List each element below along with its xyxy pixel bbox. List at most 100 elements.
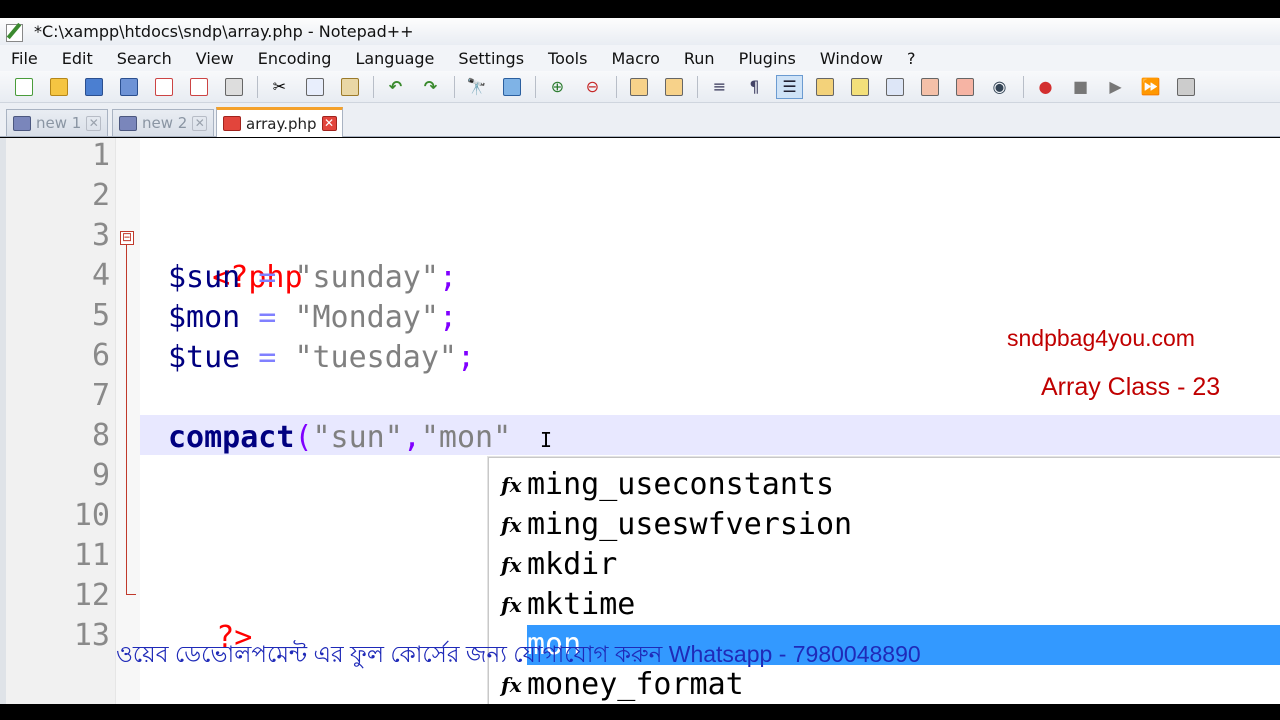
- sync-horizontal-icon[interactable]: [660, 75, 687, 99]
- operator: =: [240, 300, 295, 335]
- save-icon[interactable]: [80, 75, 107, 99]
- watermark-class-title: Array Class - 23: [1041, 373, 1221, 401]
- zoom-in-icon[interactable]: ⊕: [544, 75, 571, 99]
- word-wrap-icon[interactable]: ≡: [706, 75, 733, 99]
- autocomplete-item[interactable]: ming_useconstants: [527, 465, 834, 505]
- close-file-icon[interactable]: [150, 75, 177, 99]
- operator: =: [240, 260, 295, 295]
- autocomplete-item[interactable]: mktime: [527, 585, 635, 625]
- toolbar-separator: [454, 75, 455, 98]
- copy-icon[interactable]: [301, 75, 328, 99]
- menu-settings[interactable]: Settings: [453, 49, 524, 68]
- undo-icon[interactable]: ↶: [382, 75, 409, 99]
- code-line-4: $sun = "sunday";: [168, 258, 457, 298]
- stop-macro-icon[interactable]: ■: [1067, 75, 1094, 99]
- fold-guide: [126, 245, 127, 595]
- user-define-lang-icon[interactable]: [811, 75, 838, 99]
- menu-edit[interactable]: Edit: [57, 49, 93, 68]
- autocomplete-item[interactable]: mkdir: [527, 545, 617, 585]
- menu-macro[interactable]: Macro: [606, 49, 659, 68]
- folder-as-workspace-icon[interactable]: [916, 75, 943, 99]
- line-number: 10: [73, 498, 110, 533]
- save-all-icon[interactable]: [115, 75, 142, 99]
- code-line-3: <?php: [140, 218, 302, 295]
- line-number: 6: [91, 338, 110, 373]
- menu-encoding[interactable]: Encoding: [253, 49, 332, 68]
- toolbar: ✂ ↶ ↷ 🔭 ⊕ ⊖ ≡ ¶ ☰ ◉ ● ■ ▶ ⏩: [0, 71, 1280, 103]
- variable: $sun: [168, 260, 241, 295]
- sync-vertical-icon[interactable]: [625, 75, 652, 99]
- tab-new-2[interactable]: new 2 ✕: [112, 109, 214, 136]
- function-list-icon[interactable]: [881, 75, 908, 99]
- paste-icon[interactable]: [336, 75, 363, 99]
- string-literal: "sunday": [294, 260, 439, 295]
- record-macro-icon[interactable]: ●: [1032, 75, 1059, 99]
- line-number: 4: [91, 258, 110, 293]
- tab-bar: new 1 ✕ new 2 ✕ array.php ✕: [0, 103, 1280, 137]
- code-line-8: compact("sun","mon": [168, 418, 511, 458]
- string-literal: "mon": [420, 420, 512, 455]
- toolbar-separator: [373, 75, 374, 98]
- tab-new-1[interactable]: new 1 ✕: [6, 109, 108, 136]
- new-file-icon[interactable]: [10, 75, 37, 99]
- menu-search[interactable]: Search: [112, 49, 172, 68]
- show-all-chars-icon[interactable]: ¶: [741, 75, 768, 99]
- cut-icon[interactable]: ✂: [266, 75, 293, 99]
- menu-plugins[interactable]: Plugins: [734, 49, 796, 68]
- menu-run[interactable]: Run: [679, 49, 715, 68]
- open-file-icon[interactable]: [45, 75, 72, 99]
- line-number: 7: [91, 378, 110, 413]
- function-icon: fx: [501, 553, 522, 577]
- zoom-out-icon[interactable]: ⊖: [579, 75, 606, 99]
- close-all-icon[interactable]: [185, 75, 212, 99]
- window-title: *C:\xampp\htdocs\sndp\array.php - Notepa…: [34, 22, 414, 41]
- code-line-6: $tue = "tuesday";: [168, 338, 475, 378]
- autocomplete-item[interactable]: ming_useswfversion: [527, 505, 852, 545]
- tab-label: new 1: [36, 114, 82, 132]
- menu-help[interactable]: ?: [902, 49, 916, 68]
- find-icon[interactable]: 🔭: [463, 75, 490, 99]
- line-number: 5: [91, 298, 110, 333]
- semicolon: ;: [438, 300, 457, 335]
- monitoring-eye-icon[interactable]: ◉: [986, 75, 1013, 99]
- line-number: 2: [91, 178, 110, 213]
- save-macro-icon[interactable]: [1172, 75, 1199, 99]
- menu-language[interactable]: Language: [350, 49, 434, 68]
- indent-guide-icon[interactable]: ☰: [776, 74, 803, 99]
- run-macro-multiple-icon[interactable]: ⏩: [1137, 75, 1164, 99]
- semicolon: ;: [457, 340, 476, 375]
- folder-icon[interactable]: [951, 75, 978, 99]
- tab-array-php[interactable]: array.php ✕: [216, 107, 343, 137]
- operator: =: [240, 340, 295, 375]
- close-tab-icon[interactable]: ✕: [86, 115, 102, 131]
- menu-tools[interactable]: Tools: [543, 49, 587, 68]
- print-icon[interactable]: [220, 75, 247, 99]
- line-number-gutter: 1 2 3 4 5 6 7 8 9 10 11 12 13: [6, 138, 116, 704]
- menu-view[interactable]: View: [191, 49, 234, 68]
- string-literal: "sun": [312, 420, 403, 455]
- fold-guide-end: [126, 594, 136, 595]
- function-icon: fx: [501, 473, 522, 497]
- fold-margin: [116, 138, 140, 704]
- menu-file[interactable]: File: [6, 49, 38, 68]
- line-number: 1: [91, 138, 110, 173]
- notepad-plus-plus-icon: [4, 22, 26, 42]
- redo-icon[interactable]: ↷: [417, 75, 444, 99]
- toolbar-separator: [616, 75, 617, 98]
- document-icon: [223, 116, 241, 131]
- close-tab-icon[interactable]: ✕: [321, 116, 337, 131]
- document-icon: [13, 115, 31, 131]
- semicolon: ;: [438, 260, 457, 295]
- line-number: 8: [91, 418, 110, 453]
- toolbar-separator: [535, 75, 536, 98]
- menu-bar: File Edit Search View Encoding Language …: [0, 45, 1280, 71]
- code-line-12: ?>: [144, 578, 252, 655]
- doc-map-icon[interactable]: [846, 75, 873, 99]
- menu-window[interactable]: Window: [815, 49, 883, 68]
- line-number: 3: [91, 218, 110, 253]
- close-tab-icon[interactable]: ✕: [192, 115, 208, 131]
- fold-collapse-icon[interactable]: ⊟: [120, 231, 134, 245]
- comma: ,: [402, 420, 421, 455]
- replace-icon[interactable]: [498, 75, 525, 99]
- play-macro-icon[interactable]: ▶: [1102, 75, 1129, 99]
